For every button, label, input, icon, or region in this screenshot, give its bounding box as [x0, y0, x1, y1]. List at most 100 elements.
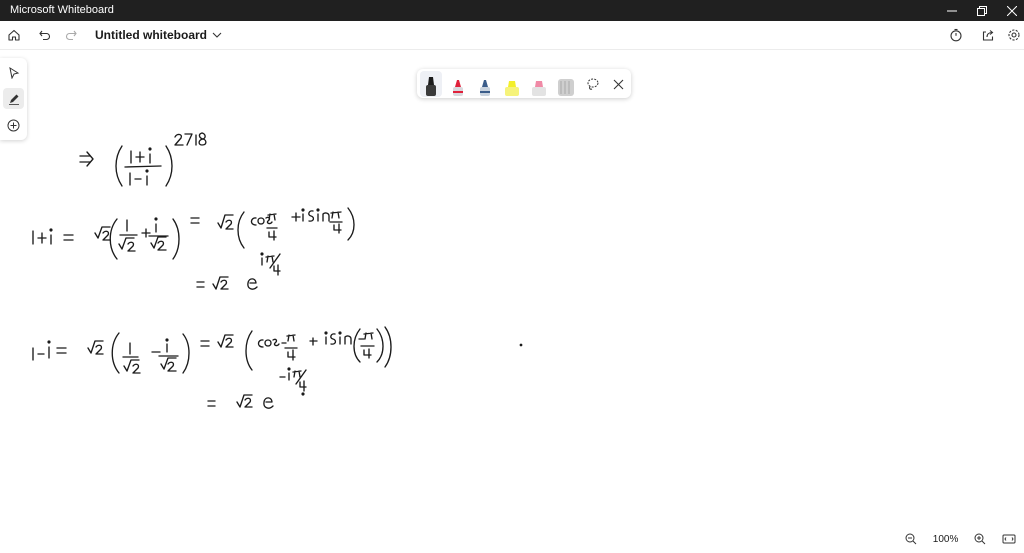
fit-to-screen-button[interactable]: [1002, 532, 1016, 546]
ink-stroke: [109, 218, 118, 260]
ink-stroke: [123, 359, 141, 374]
ink-stroke: [200, 340, 210, 347]
ink-stroke: [363, 348, 372, 359]
ink-stroke: [236, 394, 253, 408]
ink-stroke: [63, 234, 74, 241]
ink-stroke: [207, 400, 216, 407]
ink-stroke: [268, 230, 277, 241]
ink-stroke: [245, 330, 253, 371]
title-bar: Microsoft Whiteboard: [0, 0, 1024, 21]
ink-stroke: [287, 367, 291, 371]
minimize-button[interactable]: [936, 0, 968, 21]
ink-stroke: [347, 207, 355, 241]
ink-stroke: [363, 332, 374, 340]
ink-stroke: [260, 252, 264, 256]
ink-stroke: [154, 217, 158, 221]
ink-stroke: [291, 212, 301, 222]
ink-stroke: [292, 370, 302, 378]
app-title: Microsoft Whiteboard: [10, 4, 114, 16]
redo-button[interactable]: [61, 25, 81, 45]
ink-stroke: [308, 210, 330, 222]
ink-stroke: [376, 328, 384, 363]
ink-stroke: [330, 211, 342, 219]
home-icon: [8, 29, 20, 41]
settings-button[interactable]: [1004, 25, 1024, 45]
restore-icon: [977, 5, 987, 16]
ink-stroke: [353, 328, 361, 363]
ink-stroke: [115, 145, 123, 187]
zoom-controls: 100%: [896, 530, 1024, 548]
ink-stroke: [299, 380, 307, 392]
share-button[interactable]: [978, 25, 998, 45]
zoom-in-icon: [974, 533, 986, 545]
ink-stroke: [309, 337, 318, 346]
ink-stroke: [182, 333, 190, 374]
board-title: Untitled whiteboard: [95, 28, 207, 42]
zoom-out-button[interactable]: [904, 532, 918, 546]
ink-strokes: [32, 132, 523, 409]
ink-stroke: [37, 232, 47, 244]
ink-stroke: [301, 208, 305, 212]
ink-stroke: [217, 334, 234, 348]
ink-stroke: [257, 338, 280, 348]
zoom-in-button[interactable]: [973, 532, 987, 546]
ink-stroke: [212, 276, 229, 290]
redo-icon: [66, 30, 77, 41]
close-window-button[interactable]: [996, 0, 1024, 21]
ink-stroke: [56, 347, 67, 354]
home-button[interactable]: [4, 25, 24, 45]
ink-stroke: [217, 214, 234, 230]
fit-screen-icon: [1002, 534, 1016, 544]
whiteboard-canvas[interactable]: [0, 49, 1024, 548]
ink-stroke: [145, 169, 149, 173]
zoom-level: 100%: [932, 533, 959, 545]
chevron-down-icon: [212, 32, 222, 38]
ink-stroke: [338, 331, 342, 335]
ink-stroke: [148, 147, 152, 151]
ink-stroke: [237, 211, 245, 249]
close-icon: [1007, 5, 1017, 16]
undo-button[interactable]: [35, 25, 55, 45]
ink-stroke: [198, 132, 207, 146]
ink-stroke: [519, 343, 523, 347]
board-title-dropdown[interactable]: Untitled whiteboard: [95, 28, 222, 42]
ink-stroke: [196, 281, 205, 288]
ink-stroke: [384, 326, 392, 368]
ink-stroke: [301, 392, 305, 396]
ink-stroke: [190, 217, 200, 224]
ink-stroke: [267, 213, 277, 221]
ink-stroke: [111, 332, 120, 374]
ink-stroke: [273, 264, 281, 276]
timer-button[interactable]: [946, 25, 966, 45]
timer-icon: [950, 28, 962, 42]
ink-stroke: [263, 397, 274, 409]
ink-stroke: [330, 333, 352, 345]
ink-stroke: [79, 151, 94, 167]
ink-stroke: [324, 331, 328, 335]
ink-stroke: [118, 237, 136, 252]
ink-stroke: [287, 349, 296, 361]
ink-stroke: [124, 165, 162, 168]
gear-icon: [1008, 29, 1020, 41]
undo-icon: [39, 30, 50, 41]
ink-stroke: [174, 133, 184, 146]
restore-button[interactable]: [966, 0, 998, 21]
ink-stroke: [49, 228, 53, 232]
ink-stroke: [160, 357, 177, 372]
minimize-icon: [947, 10, 957, 11]
ink-stroke: [102, 230, 111, 241]
ink-stroke: [333, 223, 342, 234]
ink-stroke: [172, 218, 180, 260]
share-icon: [982, 30, 994, 41]
app-toolbar: Untitled whiteboard: [0, 21, 1024, 50]
ink-stroke: [265, 255, 275, 263]
ink-stroke: [47, 340, 51, 344]
zoom-out-icon: [905, 533, 917, 545]
ink-stroke: [165, 145, 173, 187]
ink-stroke: [150, 236, 167, 251]
ink-stroke: [165, 338, 169, 342]
ink-stroke: [286, 334, 296, 342]
ink-stroke: [135, 151, 145, 163]
ink-stroke: [247, 278, 258, 290]
ink-stroke: [316, 208, 320, 212]
